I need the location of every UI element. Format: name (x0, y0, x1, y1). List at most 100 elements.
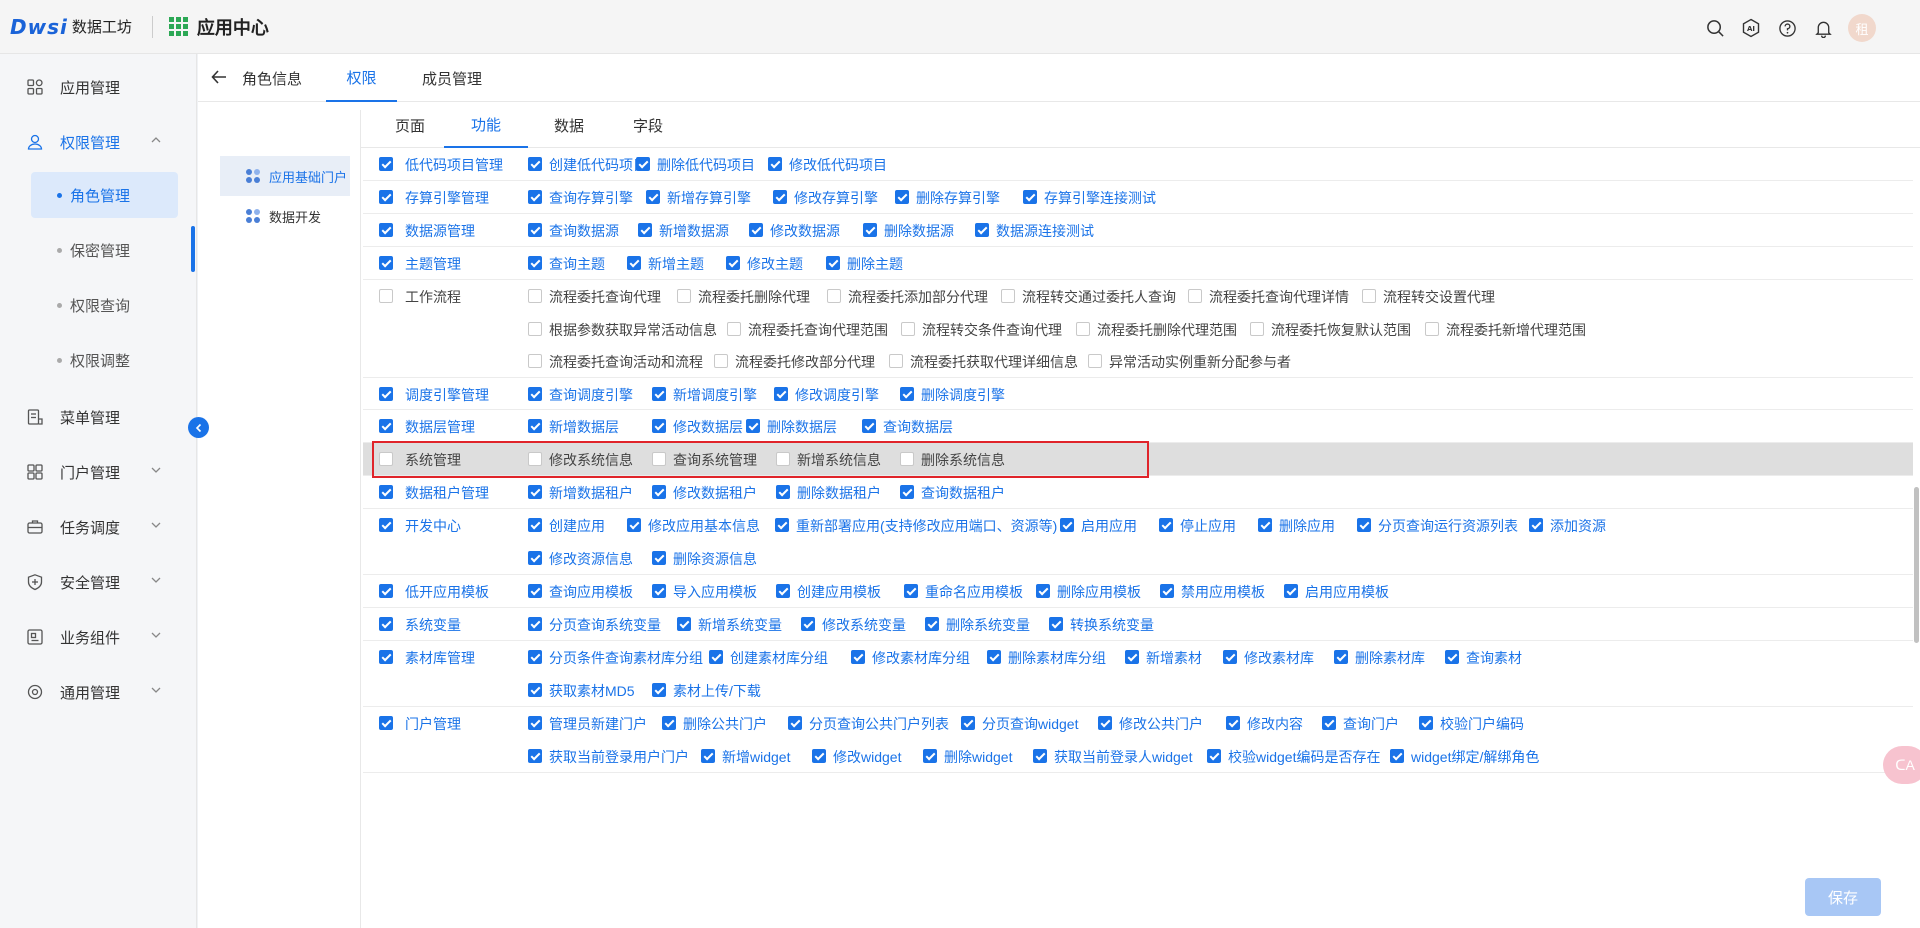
permission-label[interactable]: 流程委托恢复默认范围 (1271, 320, 1411, 340)
permission-checkbox[interactable] (528, 223, 542, 237)
permission-label[interactable]: 校验门户编码 (1440, 714, 1524, 734)
permission-label[interactable]: 重新部署应用(支持修改应用端口、资源等) (796, 516, 1057, 536)
permission-checkbox[interactable] (528, 387, 542, 401)
chevron-down-icon[interactable] (150, 464, 162, 476)
sidebar-item-permission-management[interactable]: 权限管理 (0, 122, 197, 162)
permission-checkbox[interactable] (749, 223, 763, 237)
permission-label[interactable]: 调度引擎管理 (405, 385, 489, 405)
module-checkbox[interactable] (379, 419, 393, 433)
avatar[interactable]: 租 (1848, 14, 1876, 42)
permission-checkbox[interactable] (528, 518, 542, 532)
permission-checkbox[interactable] (528, 584, 542, 598)
permission-label[interactable]: 新增widget (722, 747, 790, 767)
permission-label[interactable]: 删除系统变量 (946, 615, 1030, 635)
permission-checkbox[interactable] (773, 190, 787, 204)
permission-label[interactable]: 流程委托获取代理详细信息 (910, 352, 1078, 372)
search-icon[interactable] (1704, 17, 1726, 39)
permission-label[interactable]: 流程委托新增代理范围 (1446, 320, 1586, 340)
permission-checkbox[interactable] (1258, 518, 1272, 532)
module-checkbox[interactable] (379, 518, 393, 532)
permission-checkbox[interactable] (662, 716, 676, 730)
permission-checkbox[interactable] (1390, 748, 1404, 763)
permission-checkbox[interactable] (1125, 650, 1139, 664)
permission-checkbox[interactable] (528, 321, 542, 336)
back-arrow-icon[interactable] (210, 68, 228, 86)
permission-label[interactable]: 删除应用模板 (1057, 582, 1141, 602)
permission-checkbox[interactable] (863, 223, 877, 237)
permission-checkbox[interactable] (528, 354, 542, 369)
module-checkbox[interactable] (379, 190, 393, 204)
scrollbar[interactable] (1914, 487, 1919, 643)
permission-label[interactable]: 删除素材库 (1355, 648, 1425, 668)
permission-checkbox[interactable] (1445, 650, 1459, 664)
tab-field[interactable]: 字段 (633, 102, 663, 148)
permission-checkbox[interactable] (1250, 321, 1264, 336)
permission-label[interactable]: 删除素材库分组 (1008, 648, 1106, 668)
tab-page[interactable]: 页面 (395, 102, 425, 148)
module-checkbox[interactable] (379, 223, 393, 237)
permission-checkbox[interactable] (923, 748, 937, 763)
permission-label[interactable]: 流程委托查询代理范围 (748, 320, 888, 340)
permission-checkbox[interactable] (904, 584, 918, 598)
permission-label[interactable]: 流程委托添加部分代理 (848, 287, 988, 307)
permission-label[interactable]: 数据层管理 (405, 417, 475, 437)
tree-item-data-dev[interactable]: 数据开发 (220, 196, 350, 236)
permission-label[interactable]: 素材上传/下载 (673, 681, 761, 701)
sidebar-item-menu-management[interactable]: 菜单管理 (0, 397, 197, 437)
permission-checkbox[interactable] (528, 157, 542, 171)
permission-label[interactable]: 创建应用模板 (797, 582, 881, 602)
permission-label[interactable]: 创建低代码项目 (549, 155, 647, 175)
module-checkbox[interactable] (379, 617, 393, 631)
permission-checkbox[interactable] (652, 682, 666, 697)
permission-checkbox[interactable] (1284, 584, 1298, 598)
permission-label[interactable]: 修改widget (833, 747, 901, 767)
permission-label[interactable]: 创建素材库分组 (730, 648, 828, 668)
permission-label[interactable]: 低代码项目管理 (405, 155, 503, 175)
permission-checkbox[interactable] (1160, 584, 1174, 598)
permission-checkbox[interactable] (1001, 289, 1015, 303)
permission-checkbox[interactable] (1223, 650, 1237, 664)
permission-checkbox[interactable] (677, 289, 691, 303)
permission-label[interactable]: 数据源连接测试 (996, 221, 1094, 241)
tab-data[interactable]: 数据 (554, 102, 584, 148)
translate-icon[interactable]: ᑕA (1883, 746, 1920, 784)
permission-checkbox[interactable] (975, 223, 989, 237)
sidebar-item-app-management[interactable]: 应用管理 (0, 67, 197, 107)
permission-label[interactable]: 分页查询系统变量 (549, 615, 661, 635)
permission-label[interactable]: 流程转交条件查询代理 (922, 320, 1062, 340)
permission-label[interactable]: 删除数据租户 (797, 483, 881, 503)
permission-label[interactable]: 数据租户管理 (405, 483, 489, 503)
permission-checkbox[interactable] (1188, 289, 1202, 303)
permission-checkbox[interactable] (1098, 716, 1112, 730)
permission-label[interactable]: 校验widget编码是否存在 (1228, 747, 1380, 767)
permission-label[interactable]: 导入应用模板 (673, 582, 757, 602)
permission-checkbox[interactable] (788, 716, 802, 730)
permission-checkbox[interactable] (901, 321, 915, 336)
permission-checkbox[interactable] (528, 550, 542, 565)
permission-label[interactable]: 新增数据租户 (549, 483, 633, 503)
permission-checkbox[interactable] (528, 617, 542, 631)
permission-checkbox[interactable] (1159, 518, 1173, 532)
ai-icon[interactable]: AI (1740, 17, 1762, 39)
permission-checkbox[interactable] (652, 550, 666, 565)
permission-checkbox[interactable] (528, 650, 542, 664)
permission-label[interactable]: 新增数据源 (659, 221, 729, 241)
permission-checkbox[interactable] (961, 716, 975, 730)
permission-label[interactable]: 数据源管理 (405, 221, 475, 241)
permission-label[interactable]: 重命名应用模板 (925, 582, 1023, 602)
permission-label[interactable]: 修改存算引擎 (794, 188, 878, 208)
permission-label[interactable]: 修改低代码项目 (789, 155, 887, 175)
permission-checkbox[interactable] (652, 387, 666, 401)
permission-label[interactable]: 删除widget (944, 747, 1012, 767)
permission-checkbox[interactable] (1529, 518, 1543, 532)
permission-label[interactable]: 新增数据层 (549, 417, 619, 437)
sidebar-sub-permission-query[interactable]: 权限查询 (31, 282, 178, 328)
permission-checkbox[interactable] (726, 256, 740, 270)
permission-checkbox[interactable] (1226, 716, 1240, 730)
sidebar-item-portal-management[interactable]: 门户管理 (0, 452, 197, 492)
permission-label[interactable]: 删除应用 (1279, 516, 1335, 536)
permission-label[interactable]: 修改主题 (747, 254, 803, 274)
permission-label[interactable]: 修改资源信息 (549, 549, 633, 569)
permission-label[interactable]: 获取当前登录用户门户 (549, 747, 689, 767)
permission-checkbox[interactable] (528, 682, 542, 697)
